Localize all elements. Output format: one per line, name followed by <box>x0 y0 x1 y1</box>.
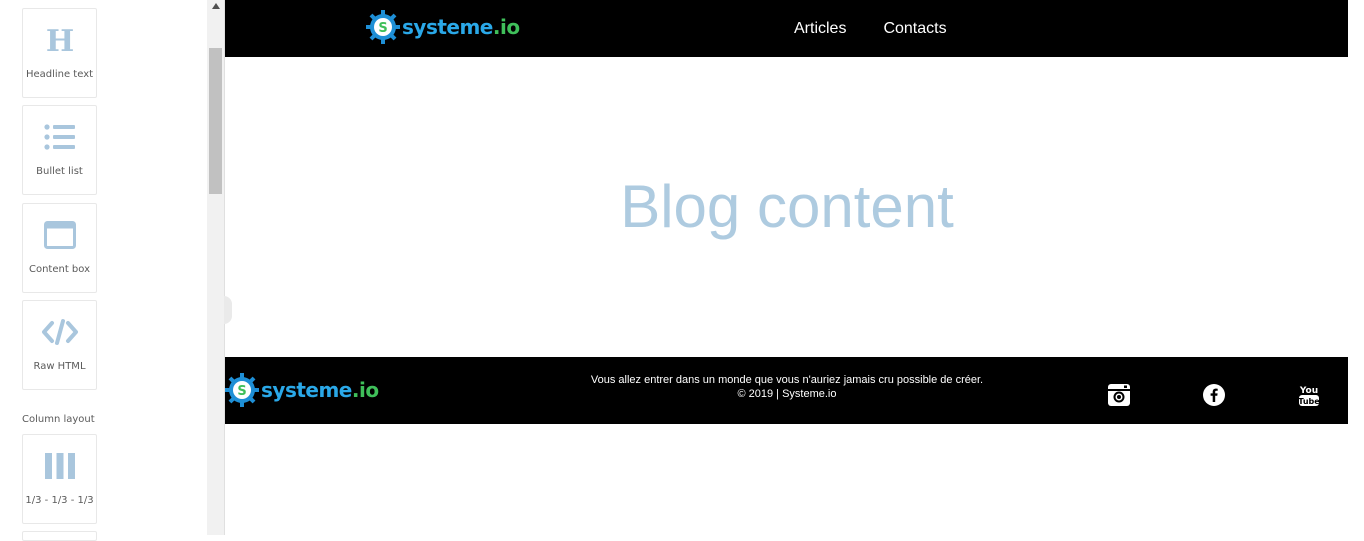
page-canvas: S systeme.io Articles Contacts Blog cont… <box>224 0 1349 535</box>
svg-text:You: You <box>1299 386 1318 396</box>
header-logo[interactable]: S systeme.io <box>366 10 520 44</box>
site-header: S systeme.io Articles Contacts <box>225 0 1349 57</box>
facebook-icon[interactable] <box>1202 383 1226 407</box>
youtube-icon[interactable]: You Tube <box>1297 383 1321 407</box>
block-next[interactable] <box>22 531 97 541</box>
logo-tld-text: .io <box>492 15 520 39</box>
block-three-columns[interactable]: 1/3 - 1/3 - 1/3 <box>22 434 97 524</box>
block-headline-text[interactable]: H Headline text <box>22 8 97 98</box>
footer-tagline: Vous allez entrer dans un monde que vous… <box>590 374 984 386</box>
scrollbar-thumb[interactable] <box>209 48 222 194</box>
blog-section: Blog content <box>225 57 1349 357</box>
logo-gear-icon: S <box>366 10 400 44</box>
panel-resize-handle[interactable] <box>224 296 232 324</box>
content-box-icon <box>23 218 96 252</box>
section-title-column-layout: Column layout <box>22 414 95 425</box>
header-nav: Articles Contacts <box>794 0 947 57</box>
logo-tld-text: .io <box>351 378 379 402</box>
svg-text:Tube: Tube <box>1298 397 1320 406</box>
scroll-up-arrow-icon[interactable] <box>207 0 224 12</box>
svg-text:S: S <box>237 384 246 399</box>
instagram-icon[interactable] <box>1107 383 1131 407</box>
blog-content-title: Blog content <box>620 173 954 240</box>
nav-link-contacts[interactable]: Contacts <box>883 20 946 38</box>
canvas-scroll-gutter <box>1348 0 1364 535</box>
heading-icon: H <box>23 23 96 57</box>
footer-text: Vous allez entrer dans un monde que vous… <box>545 373 1029 401</box>
blocks-panel: H Headline text Bullet list Content box <box>0 0 207 541</box>
code-icon <box>23 315 96 349</box>
three-columns-icon <box>23 449 96 483</box>
block-label: Headline text <box>25 69 94 80</box>
bullet-list-icon <box>23 120 96 154</box>
footer-logo[interactable]: S systeme.io <box>225 373 379 407</box>
block-bullet-list[interactable]: Bullet list <box>22 105 97 195</box>
block-label: Bullet list <box>36 166 83 177</box>
logo-brand-text: systeme <box>261 378 352 402</box>
block-content-box[interactable]: Content box <box>22 203 97 293</box>
block-label: Content box <box>28 264 91 275</box>
block-raw-html[interactable]: Raw HTML <box>22 300 97 390</box>
panel-scrollbar[interactable] <box>207 0 224 535</box>
svg-text:H: H <box>45 25 73 55</box>
nav-link-articles[interactable]: Articles <box>794 20 846 38</box>
footer-copyright: © 2019 | Systeme.io <box>737 388 837 400</box>
site-footer: S systeme.io Vous allez entrer dans un m… <box>225 357 1349 424</box>
block-label: Raw HTML <box>33 361 86 372</box>
logo-gear-icon: S <box>225 373 259 407</box>
logo-brand-text: systeme <box>402 15 493 39</box>
svg-text:S: S <box>378 21 387 36</box>
block-label: 1/3 - 1/3 - 1/3 <box>25 495 94 506</box>
